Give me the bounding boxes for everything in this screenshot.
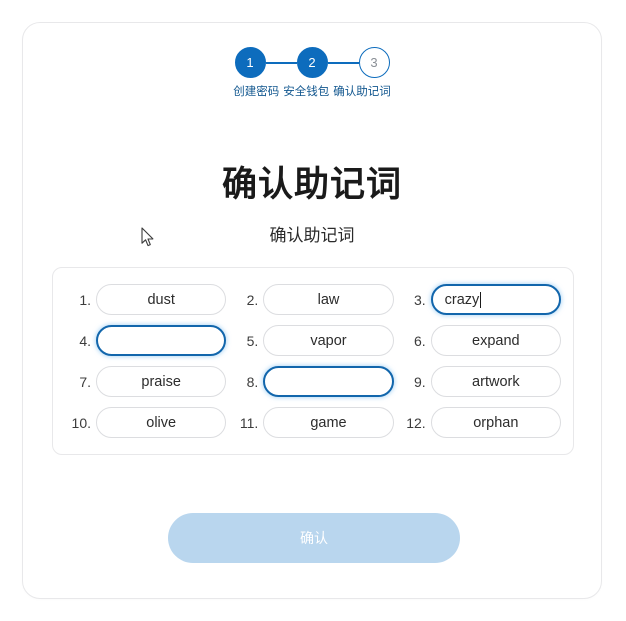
text-caret	[480, 291, 482, 308]
stepper-circle-1[interactable]: 1	[234, 47, 266, 78]
mnemonic-word-value: vapor	[310, 332, 347, 349]
mnemonic-word-static-9: artwork	[430, 366, 561, 397]
mnemonic-word-input-4[interactable]	[96, 325, 227, 356]
mnemonic-word-index: 3.	[413, 291, 426, 308]
mnemonic-word-index: 10.	[71, 414, 91, 431]
mnemonic-word-index: 2.	[246, 291, 259, 308]
mnemonic-word-grid: 1. dust 2. law 3. crazy 4. 5. vapor 6. expand 7. pra…	[65, 284, 561, 438]
stepper-circle-3[interactable]: 3	[358, 47, 390, 78]
mnemonic-word-cell: 9. artwork	[400, 366, 561, 397]
mnemonic-word-cell: 10. olive	[65, 407, 227, 438]
stepper-label-2: 安全钱包	[283, 86, 330, 98]
mnemonic-word-static-11: game	[263, 407, 394, 438]
mnemonic-word-index: 4.	[79, 332, 91, 349]
stepper-labels: 创建密码 安全钱包 确认助记词	[229, 85, 395, 99]
mnemonic-word-index: 6.	[413, 332, 426, 349]
mnemonic-word-cell: 7. praise	[65, 366, 227, 397]
mnemonic-word-static-10: olive	[96, 407, 227, 438]
mnemonic-word-cell: 4.	[65, 325, 227, 356]
mnemonic-word-value: crazy	[444, 291, 480, 308]
stepper-label-1: 创建密码	[233, 86, 280, 98]
progress-stepper: 123 创建密码 安全钱包 确认助记词	[23, 47, 601, 99]
mnemonic-word-cell: 3. crazy	[400, 284, 561, 315]
mnemonic-word-value: game	[310, 414, 347, 431]
mnemonic-word-value: dust	[147, 291, 175, 308]
stepper-label-3: 确认助记词	[333, 86, 391, 98]
mnemonic-grid-panel: 1. dust 2. law 3. crazy 4. 5. vapor 6. expand 7. pra…	[52, 267, 574, 455]
mnemonic-word-static-2: law	[263, 284, 394, 315]
mnemonic-word-value: artwork	[472, 373, 520, 390]
mnemonic-word-cell: 11. game	[232, 407, 394, 438]
mnemonic-word-value: olive	[146, 414, 177, 431]
stepper-connector-line	[265, 61, 297, 64]
mnemonic-word-index: 12.	[406, 414, 426, 431]
mnemonic-word-cell: 12. orphan	[400, 407, 561, 438]
mnemonic-word-index: 11.	[239, 414, 259, 431]
mnemonic-word-index: 5.	[246, 332, 259, 349]
stepper-circles: 123	[234, 47, 390, 78]
mnemonic-word-input-8[interactable]	[263, 366, 394, 397]
mnemonic-word-cell: 1. dust	[65, 284, 227, 315]
mnemonic-word-value: orphan	[473, 414, 519, 431]
mnemonic-word-static-5: vapor	[263, 325, 394, 356]
mnemonic-word-value: expand	[472, 332, 520, 349]
mnemonic-word-static-6: expand	[430, 325, 561, 356]
mnemonic-word-static-1: dust	[96, 284, 227, 315]
wallet-mnemonic-screen: 123 创建密码 安全钱包 确认助记词 确认助记词 确认助记词 1. dust 2. la…	[0, 0, 626, 621]
stepper-circle-2[interactable]: 2	[296, 47, 328, 78]
mnemonic-word-static-7: praise	[96, 366, 227, 397]
main-card: 123 创建密码 安全钱包 确认助记词 确认助记词 确认助记词 1. dust 2. la…	[22, 22, 602, 599]
page-subtitle: 确认助记词	[269, 226, 355, 245]
mnemonic-word-cell: 6. expand	[400, 325, 561, 356]
page-title: 确认助记词	[221, 165, 402, 204]
mnemonic-word-index: 9.	[413, 373, 426, 390]
mnemonic-word-cell: 5. vapor	[232, 325, 394, 356]
mnemonic-word-input-3[interactable]: crazy	[430, 284, 561, 315]
mnemonic-word-value: praise	[141, 373, 181, 390]
mnemonic-word-index: 8.	[246, 373, 259, 390]
mnemonic-word-value: law	[317, 291, 340, 308]
mnemonic-word-index: 1.	[79, 291, 91, 308]
stepper-connector-line	[327, 61, 359, 64]
confirm-button[interactable]: 确认	[168, 513, 460, 563]
mnemonic-word-index: 7.	[79, 373, 91, 390]
mnemonic-word-cell: 8.	[232, 366, 394, 397]
mnemonic-word-static-12: orphan	[430, 407, 561, 438]
mnemonic-word-cell: 2. law	[232, 284, 394, 315]
